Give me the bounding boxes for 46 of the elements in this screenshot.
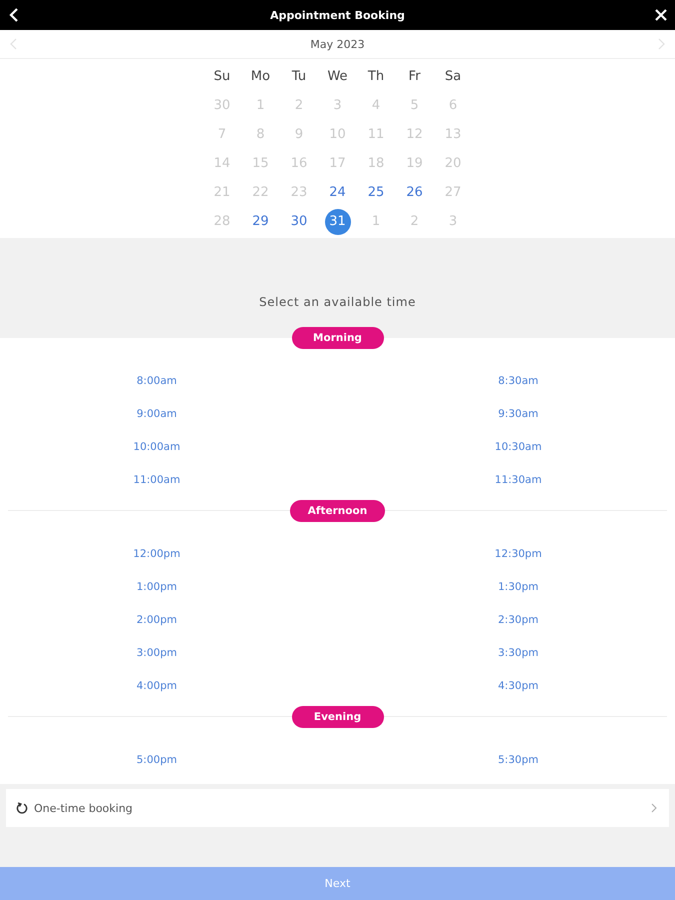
time-slot-link[interactable]: 5:00pm [136,754,177,766]
time-slot-link[interactable]: 4:00pm [136,680,177,692]
weekday-label: Fr [408,69,420,84]
time-slot-link[interactable]: 10:00am [133,440,180,452]
time-slot-link[interactable]: 9:30am [498,408,538,420]
time-slot-link[interactable]: 1:00pm [136,580,177,592]
weekday-label: Mo [250,69,270,84]
calendar-day[interactable]: 30 [286,208,312,234]
section-label: Evening [292,706,384,728]
calendar-day[interactable]: 25 [363,180,389,206]
weekday-label: We [327,69,348,84]
back-icon [9,8,19,22]
prompt-text: Select an available time [259,295,416,309]
time-slot-link[interactable]: 11:00am [133,474,180,486]
weekday-label: Sa [444,69,462,84]
booking-type-row[interactable]: One-time booking [6,789,669,827]
weekday-label: Th [368,69,384,84]
time-slot-link[interactable]: 8:30am [498,374,538,386]
calendar-day[interactable]: 24 [324,180,350,206]
time-slot-link[interactable]: 2:30pm [498,614,538,626]
section-label: Morning [292,327,384,349]
close-icon [655,9,667,21]
time-slot-link[interactable]: 5:30pm [498,754,538,766]
chevron-left-icon [10,38,16,50]
window-title: Appointment Booking [270,8,405,22]
month-label: May 2023 [310,38,365,50]
calendar-day[interactable]: 26 [402,180,428,206]
time-slot-link[interactable]: 1:30pm [498,580,538,592]
calendar-day[interactable]: 29 [248,208,274,234]
time-slot-link[interactable]: 3:00pm [136,646,177,658]
time-slot-link[interactable]: 4:30pm [498,680,538,692]
calendar-day[interactable]: 31 [324,208,350,234]
time-slot-link[interactable]: 8:00am [136,374,177,386]
time-slot-link[interactable]: 9:00am [136,408,177,420]
time-slot-link[interactable]: 12:00pm [133,548,180,560]
refresh-icon [16,802,28,814]
weekday-label: Tu [292,69,306,84]
weekday-label: Su [214,69,230,84]
time-slot-link[interactable]: 2:00pm [136,614,177,626]
section-label: Afternoon [290,500,386,522]
chevron-right-icon [658,38,666,50]
time-slot-link[interactable]: 3:30pm [498,646,538,658]
time-slot-link[interactable]: 11:30am [494,474,542,486]
time-slot-link[interactable]: 10:30am [494,440,542,452]
time-slot-link[interactable]: 12:30pm [494,548,542,560]
chevron-right-icon [651,803,657,813]
